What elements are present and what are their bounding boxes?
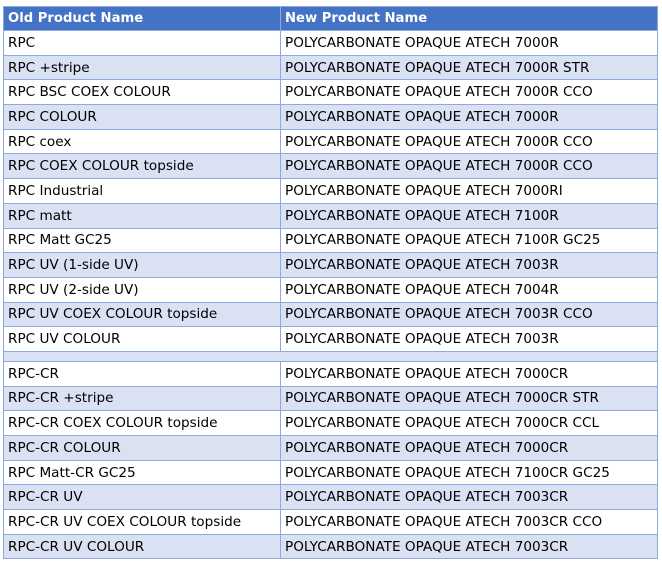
new-product-name-cell: POLYCARBONATE OPAQUE ATECH 7003R (280, 326, 658, 352)
old-product-name-cell: RPC-CR COEX COLOUR topside (3, 410, 281, 436)
old-product-name-cell: RPC-CR UV COEX COLOUR topside (3, 509, 281, 535)
new-product-name-cell: POLYCARBONATE OPAQUE ATECH 7003CR CCO (280, 509, 658, 535)
table-header-row: Old Product Name New Product Name (3, 6, 658, 31)
new-product-name-cell: POLYCARBONATE OPAQUE ATECH 7003R (280, 252, 658, 278)
new-product-name-cell: POLYCARBONATE OPAQUE ATECH 7003CR (280, 533, 658, 560)
table-body: RPC POLYCARBONATE OPAQUE ATECH 7000R RPC +… (3, 30, 658, 560)
table-row: RPC Industrial POLYCARBONATE OPAQUE ATECH… (3, 178, 658, 204)
new-product-name-cell: POLYCARBONATE OPAQUE ATECH 7004R (280, 276, 658, 303)
new-product-name-cell: POLYCARBONATE OPAQUE ATECH 7000CR (280, 435, 658, 461)
new-product-name-cell: POLYCARBONATE OPAQUE ATECH 7000R CCO (280, 153, 658, 180)
table-row: RPC UV (2-side UV) POLYCARBONATE OPAQUE A… (3, 276, 658, 303)
old-product-name-cell: RPC Matt-CR GC25 (3, 459, 281, 486)
table-row: RPC-CR +stripe POLYCARBONATE OPAQUE ATECH… (3, 385, 658, 412)
table-row: RPC-CR COLOUR POLYCARBONATE OPAQUE ATECH … (3, 435, 658, 461)
old-product-name-cell: RPC BSC COEX COLOUR (3, 79, 281, 106)
table-row: RPC UV COEX COLOUR topside POLYCARBONATE … (3, 301, 658, 328)
table-row: RPC BSC COEX COLOUR POLYCARBONATE OPAQUE … (3, 79, 658, 106)
table-row: RPC-CR UV POLYCARBONATE OPAQUE ATECH 7003… (3, 484, 658, 511)
table-row: RPC UV COLOUR POLYCARBONATE OPAQUE ATECH … (3, 326, 658, 352)
table-row: RPC COEX COLOUR topside POLYCARBONATE OPA… (3, 153, 658, 180)
table-row: RPC-CR POLYCARBONATE OPAQUE ATECH 7000CR (3, 360, 658, 387)
table-row: RPC UV (1-side UV) POLYCARBONATE OPAQUE A… (3, 252, 658, 278)
old-product-name-cell: RPC COLOUR (3, 104, 281, 130)
old-product-name-cell: RPC UV (2-side UV) (3, 276, 281, 303)
table-row: RPC POLYCARBONATE OPAQUE ATECH 7000R (3, 30, 658, 56)
table-row: RPC COLOUR POLYCARBONATE OPAQUE ATECH 700… (3, 104, 658, 130)
table-row: RPC-CR COEX COLOUR topside POLYCARBONATE … (3, 410, 658, 436)
group-separator-row (3, 350, 658, 362)
product-name-table: Old Product Name New Product Name RPC POL… (3, 6, 658, 560)
new-product-name-cell: POLYCARBONATE OPAQUE ATECH 7000RI (280, 178, 658, 204)
old-product-name-cell: RPC Matt GC25 (3, 227, 281, 254)
old-product-name-cell: RPC matt (3, 202, 281, 229)
header-old-product-name: Old Product Name (3, 6, 281, 31)
old-product-name-cell: RPC UV COLOUR (3, 326, 281, 352)
new-product-name-cell: POLYCARBONATE OPAQUE ATECH 7100R (280, 202, 658, 229)
new-product-name-cell: POLYCARBONATE OPAQUE ATECH 7003R CCO (280, 301, 658, 328)
new-product-name-cell: POLYCARBONATE OPAQUE ATECH 7000R (280, 30, 658, 56)
new-product-name-cell: POLYCARBONATE OPAQUE ATECH 7000CR CCL (280, 410, 658, 436)
new-product-name-cell: POLYCARBONATE OPAQUE ATECH 7000R STR (280, 54, 658, 81)
old-product-name-cell: RPC COEX COLOUR topside (3, 153, 281, 180)
new-product-name-cell: POLYCARBONATE OPAQUE ATECH 7000R (280, 104, 658, 130)
table-row: RPC-CR UV COLOUR POLYCARBONATE OPAQUE ATE… (3, 533, 658, 560)
old-product-name-cell: RPC UV (1-side UV) (3, 252, 281, 278)
table-row: RPC matt POLYCARBONATE OPAQUE ATECH 7100R (3, 202, 658, 229)
new-product-name-cell: POLYCARBONATE OPAQUE ATECH 7000CR (280, 360, 658, 387)
old-product-name-cell: RPC-CR COLOUR (3, 435, 281, 461)
new-product-name-cell: POLYCARBONATE OPAQUE ATECH 7003CR (280, 484, 658, 511)
group-separator-cell (3, 350, 658, 362)
old-product-name-cell: RPC-CR UV (3, 484, 281, 511)
table-row: RPC-CR UV COEX COLOUR topside POLYCARBONA… (3, 509, 658, 535)
old-product-name-cell: RPC Industrial (3, 178, 281, 204)
old-product-name-cell: RPC-CR (3, 360, 281, 387)
new-product-name-cell: POLYCARBONATE OPAQUE ATECH 7000CR STR (280, 385, 658, 412)
table-row: RPC coex POLYCARBONATE OPAQUE ATECH 7000R… (3, 128, 658, 155)
old-product-name-cell: RPC coex (3, 128, 281, 155)
old-product-name-cell: RPC +stripe (3, 54, 281, 81)
new-product-name-cell: POLYCARBONATE OPAQUE ATECH 7100CR GC25 (280, 459, 658, 486)
table-row: RPC Matt GC25 POLYCARBONATE OPAQUE ATECH … (3, 227, 658, 254)
new-product-name-cell: POLYCARBONATE OPAQUE ATECH 7000R CCO (280, 128, 658, 155)
table-row: RPC +stripe POLYCARBONATE OPAQUE ATECH 70… (3, 54, 658, 81)
old-product-name-cell: RPC (3, 30, 281, 56)
new-product-name-cell: POLYCARBONATE OPAQUE ATECH 7000R CCO (280, 79, 658, 106)
old-product-name-cell: RPC-CR +stripe (3, 385, 281, 412)
table-row: RPC Matt-CR GC25 POLYCARBONATE OPAQUE ATE… (3, 459, 658, 486)
header-new-product-name: New Product Name (280, 6, 658, 31)
old-product-name-cell: RPC UV COEX COLOUR topside (3, 301, 281, 328)
old-product-name-cell: RPC-CR UV COLOUR (3, 533, 281, 560)
new-product-name-cell: POLYCARBONATE OPAQUE ATECH 7100R GC25 (280, 227, 658, 254)
